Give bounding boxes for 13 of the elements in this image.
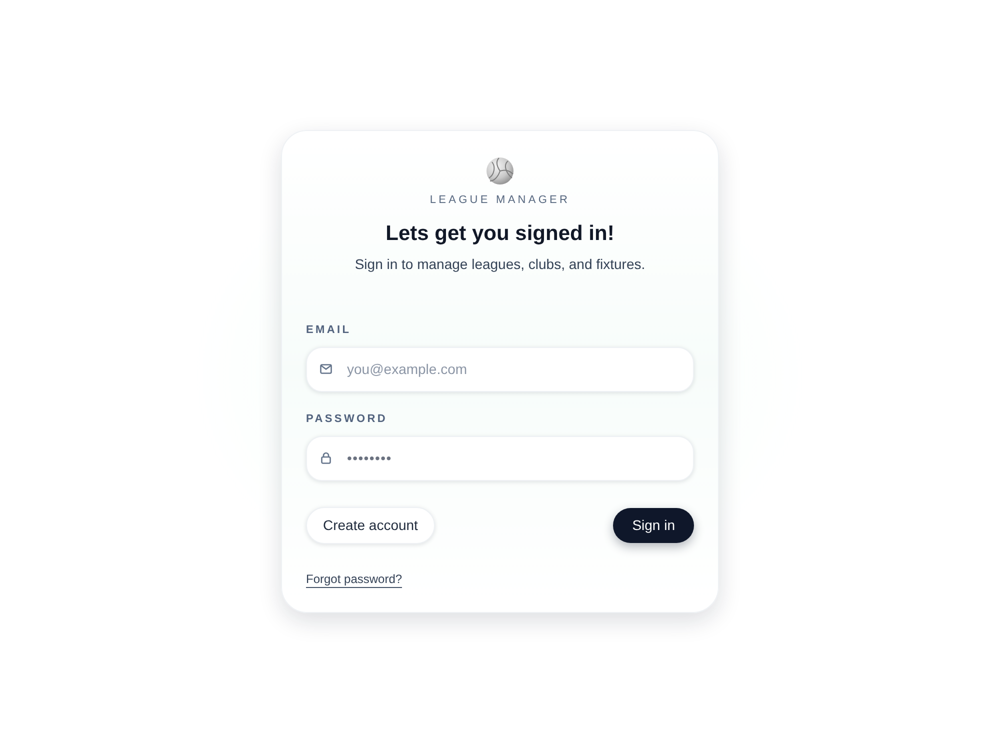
mail-icon (320, 364, 332, 374)
field-label: EMAIL (306, 324, 352, 336)
lock-icon (321, 452, 331, 464)
volleyball-icon (486, 157, 514, 185)
sign-in-button[interactable]: Sign in (613, 508, 694, 543)
page-title: Lets get you signed in! (386, 221, 614, 247)
password-field[interactable]: •••••••• (306, 436, 694, 481)
email-field[interactable]: you@example.com (306, 346, 694, 392)
forgot-password-link[interactable]: Forgot password? (306, 572, 402, 588)
page-subtitle: Sign in to manage leagues, clubs, and fixtures. (354, 256, 646, 274)
brand-name: LEAGUE MANAGER (430, 195, 570, 206)
field-label: PASSWORD (306, 414, 388, 425)
create-account-button[interactable]: Create account (306, 506, 435, 544)
